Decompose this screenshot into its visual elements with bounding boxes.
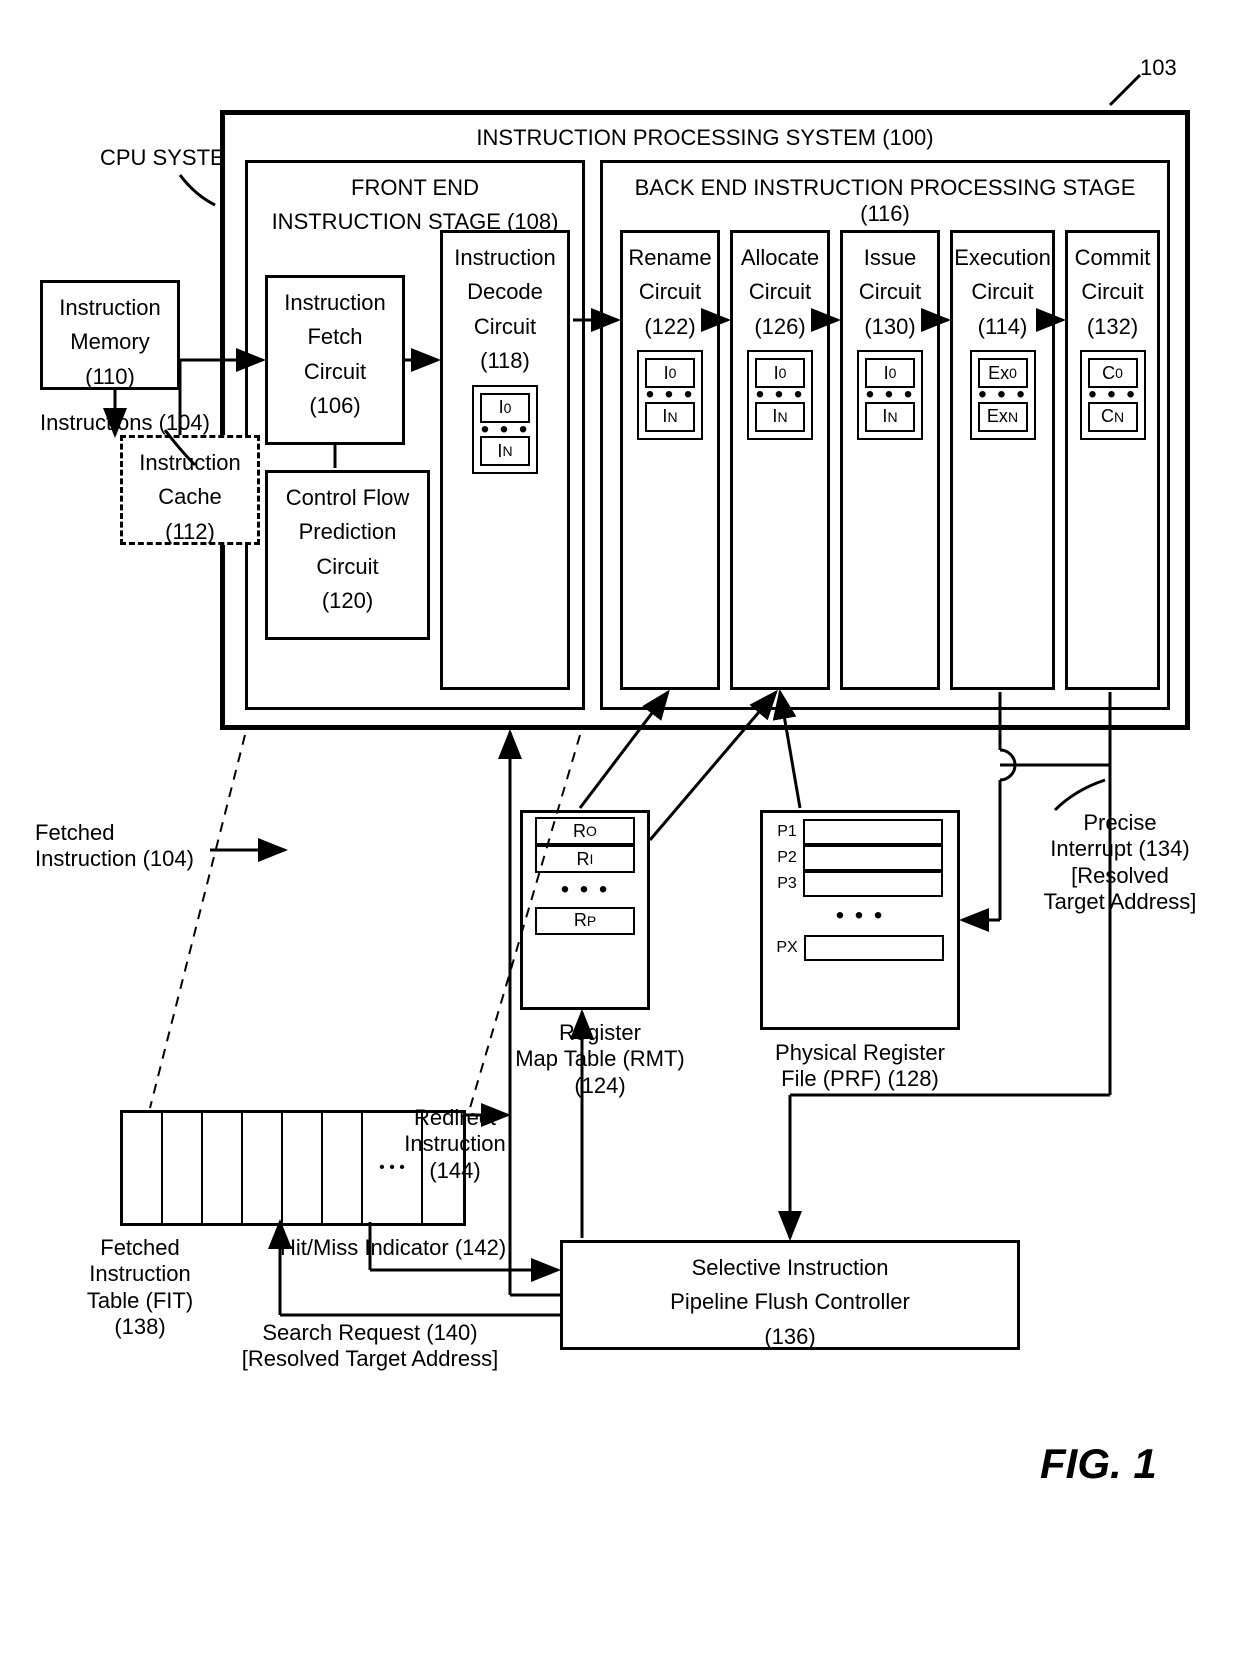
commit-circuit-box: Commit Circuit (132) C0 • • • CN bbox=[1065, 230, 1160, 690]
instruction-cache-box: Instruction Cache (112) bbox=[120, 435, 260, 545]
rmt-box: RO RI • • • RP bbox=[520, 810, 650, 1010]
back-end-title: BACK END INSTRUCTION PROCESSING STAGE (1… bbox=[611, 175, 1159, 228]
rmt-label: Register Map Table (RMT) (124) bbox=[500, 1020, 700, 1099]
instruction-memory-box: Instruction Memory (110) bbox=[40, 280, 180, 390]
precise-interrupt-label: PreciseInterrupt (134)[ResolvedTarget Ad… bbox=[1020, 810, 1220, 916]
front-end-title1: FRONT END bbox=[351, 175, 479, 201]
fetch-circuit-box: Instruction Fetch Circuit (106) bbox=[265, 275, 405, 445]
decode-circuit-box: Instruction Decode Circuit (118) I0 • • … bbox=[440, 230, 570, 690]
hit-miss-label: Hit/Miss Indicator (142) bbox=[280, 1235, 506, 1261]
redirect-label: RedirectInstruction(144) bbox=[390, 1105, 520, 1184]
diagram-canvas: CPU SYSTEM (102) 103 INSTRUCTION PROCESS… bbox=[20, 20, 1220, 1640]
ips-title: INSTRUCTION PROCESSING SYSTEM (100) bbox=[476, 125, 933, 151]
execution-circuit-box: Execution Circuit (114) Ex0 • • • ExN bbox=[950, 230, 1055, 690]
allocate-circuit-box: Allocate Circuit (126) I0 • • • IN bbox=[730, 230, 830, 690]
search-request-label: Search Request (140)[Resolved Target Add… bbox=[220, 1320, 520, 1373]
instructions-label: Instructions (104) bbox=[40, 410, 210, 436]
issue-circuit-box: Issue Circuit (130) I0 • • • IN bbox=[840, 230, 940, 690]
figure-label: FIG. 1 bbox=[1040, 1440, 1157, 1488]
fit-label: Fetched Instruction Table (FIT) (138) bbox=[50, 1235, 230, 1341]
prediction-circuit-box: Control Flow Prediction Circuit (120) bbox=[265, 470, 430, 640]
flush-controller-box: Selective Instruction Pipeline Flush Con… bbox=[560, 1240, 1020, 1350]
ref-103: 103 bbox=[1140, 55, 1177, 81]
prf-label: Physical Register File (PRF) (128) bbox=[760, 1040, 960, 1093]
fetched-instruction-label: FetchedInstruction (104) bbox=[35, 820, 215, 873]
rename-circuit-box: Rename Circuit (122) I0 • • • IN bbox=[620, 230, 720, 690]
prf-box: P1 P2 P3 • • • PX bbox=[760, 810, 960, 1030]
